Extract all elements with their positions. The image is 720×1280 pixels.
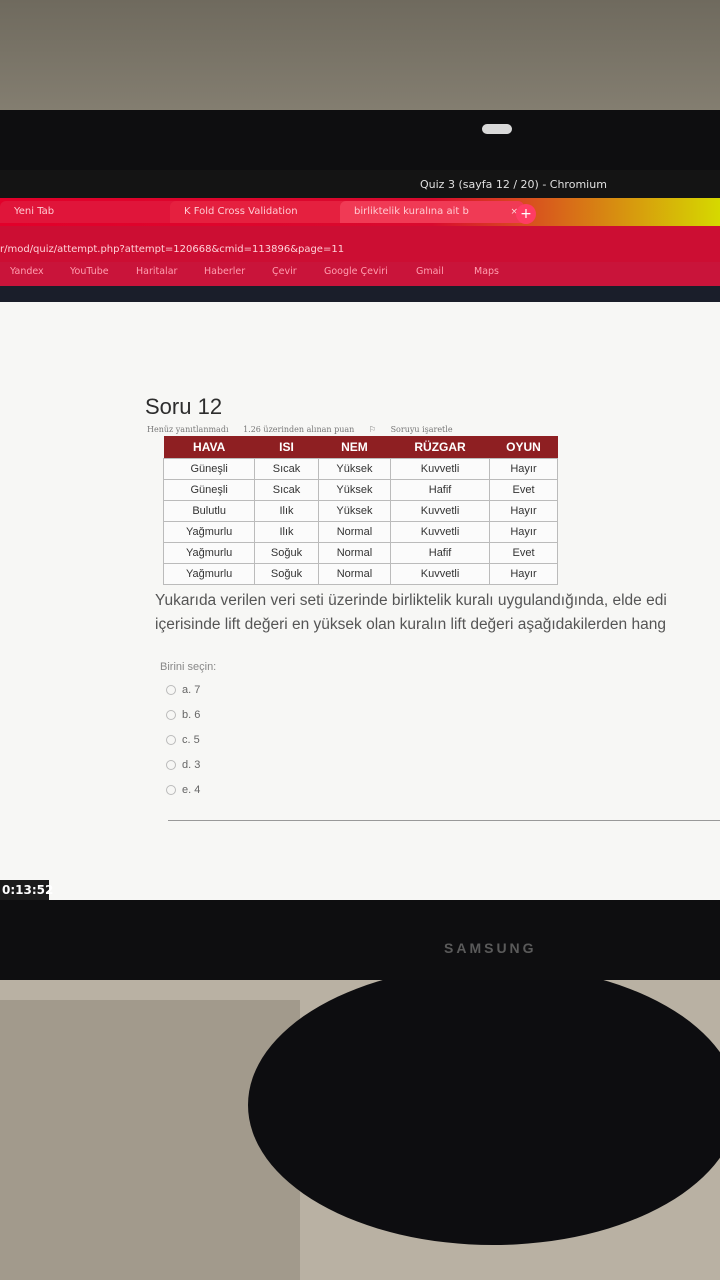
tab-search[interactable]: birliktelik kuralına ait b × (340, 201, 524, 223)
radio-button[interactable] (166, 785, 176, 796)
table-cell: Kuvvetli (390, 521, 490, 543)
monitor-screen: Quiz 3 (sayfa 12 / 20) - Chromium Yeni T… (0, 170, 720, 900)
table-cell: Soğuk (254, 542, 319, 564)
answer-option-b[interactable]: b. 6 (166, 709, 200, 721)
question-title: Soru 12 (145, 394, 223, 419)
new-tab-button[interactable]: + (516, 204, 536, 224)
table-row: Yağmurlu Soğuk Normal Hafif Evet (162, 542, 559, 564)
bookmark-google-ceviri[interactable]: Google Çeviri (324, 266, 388, 277)
question-points: 1.26 üzerinden alınan puan (243, 425, 355, 434)
webcam-indicator (482, 124, 512, 134)
bookmark-cevir[interactable]: Çevir (272, 266, 297, 277)
table-header: NEM (318, 436, 391, 459)
question-status: Henüz yanıtlanmadı (147, 425, 229, 434)
quiz-timer: 0:13:52 (0, 880, 53, 900)
table-cell: Yüksek (317, 500, 392, 522)
table-cell: Evet (488, 542, 559, 564)
answer-option-a[interactable]: a. 7 (166, 684, 200, 696)
window-titlebar: Quiz 3 (sayfa 12 / 20) - Chromium (0, 170, 720, 198)
table-cell: Yağmurlu (162, 542, 256, 564)
table-cell: Güneşli (162, 458, 256, 480)
option-label: c. 5 (182, 734, 200, 746)
tab-label: birliktelik kuralına ait b (354, 206, 469, 217)
site-banner (0, 286, 720, 302)
window-title: Quiz 3 (sayfa 12 / 20) - Chromium (420, 178, 607, 191)
quiz-page: Soru 12 Henüz yanıtlanmadı 1.26 üzerinde… (0, 302, 720, 900)
monitor-brand-logo: SAMSUNG (444, 940, 537, 956)
table-cell: Sıcak (254, 479, 319, 501)
table-cell: Yağmurlu (162, 521, 256, 543)
option-label: a. 7 (182, 684, 201, 696)
bookmark-maps[interactable]: Maps (474, 266, 499, 277)
bookmark-gmail[interactable]: Gmail (416, 266, 444, 277)
table-cell: Soğuk (254, 563, 319, 585)
table-row: Bulutlu Ilık Yüksek Kuvvetli Hayır (162, 500, 559, 522)
bookmark-haberler[interactable]: Haberler (204, 266, 245, 277)
answer-option-d[interactable]: d. 3 (166, 759, 200, 771)
url-text[interactable]: r/mod/quiz/attempt.php?attempt=120668&cm… (0, 244, 344, 255)
option-label: e. 4 (182, 784, 201, 796)
table-cell: Sıcak (254, 458, 319, 480)
flag-question-link[interactable]: ⚐ Soruyu işaretle (369, 425, 465, 434)
table-header: RÜZGAR (390, 436, 490, 459)
table-row: Güneşli Sıcak Yüksek Hafif Evet (162, 479, 559, 501)
table-cell: Hafif (390, 479, 490, 501)
answer-option-c[interactable]: c. 5 (166, 734, 200, 746)
section-divider (168, 820, 720, 821)
table-cell: Hayır (488, 563, 559, 585)
answer-option-e[interactable]: e. 4 (166, 784, 200, 796)
question-meta: Henüz yanıtlanmadı 1.26 üzerinden alınan… (147, 425, 477, 434)
question-text: Yukarıda verilen veri seti üzerinde birl… (155, 589, 720, 637)
table-cell: Hayır (488, 521, 559, 543)
table-row: Güneşli Sıcak Yüksek Kuvvetli Hayır (162, 458, 559, 480)
table-cell: Kuvvetli (390, 563, 490, 585)
flag-question-label: Soruyu işaretle (390, 425, 453, 434)
table-cell: Normal (317, 521, 392, 543)
question-text-line: Yukarıda verilen veri seti üzerinde birl… (155, 592, 667, 609)
tab-label: Yeni Tab (14, 206, 55, 217)
table-cell: Kuvvetli (390, 458, 490, 480)
data-table: HAVA ISI NEM RÜZGAR OYUN Güneşli Sıcak Y… (162, 436, 559, 585)
table-header: OYUN (489, 436, 558, 459)
choose-one-prompt: Birini seçin: (160, 661, 217, 673)
table-row: Yağmurlu Soğuk Normal Kuvvetli Hayır (162, 563, 559, 585)
table-cell: Normal (317, 563, 392, 585)
tab-new-tab[interactable]: Yeni Tab × (0, 201, 184, 223)
radio-button[interactable] (166, 685, 176, 696)
table-cell: Ilık (254, 521, 319, 543)
bookmark-youtube[interactable]: YouTube (70, 266, 109, 277)
table-row: Yağmurlu Ilık Normal Kuvvetli Hayır (162, 521, 559, 543)
table-cell: Hayır (488, 500, 559, 522)
bookmark-yandex[interactable]: Yandex (10, 266, 44, 277)
bookmark-haritalar[interactable]: Haritalar (136, 266, 177, 277)
radio-button[interactable] (166, 735, 176, 746)
tab-label: K Fold Cross Validation (184, 206, 298, 217)
table-header: HAVA (163, 436, 255, 459)
option-label: d. 3 (182, 759, 201, 771)
table-cell: Ilık (254, 500, 319, 522)
bookmarks-bar: Yandex YouTube Haritalar Haberler Çevir … (0, 262, 720, 286)
table-cell: Bulutlu (162, 500, 256, 522)
address-bar[interactable]: r/mod/quiz/attempt.php?attempt=120668&cm… (0, 226, 720, 262)
table-cell: Yağmurlu (162, 563, 256, 585)
question-text-line: içerisinde lift değeri en yüksek olan ku… (155, 616, 666, 633)
monitor-stand (248, 965, 720, 1245)
tab-strip: Yeni Tab × K Fold Cross Validation × bir… (0, 198, 720, 226)
table-cell: Evet (488, 479, 559, 501)
table-cell: Normal (317, 542, 392, 564)
table-header-row: HAVA ISI NEM RÜZGAR OYUN (163, 436, 558, 459)
tab-kfold[interactable]: K Fold Cross Validation × (170, 201, 354, 223)
radio-button[interactable] (166, 710, 176, 721)
table-header: ISI (254, 436, 319, 459)
table-cell: Kuvvetli (390, 500, 490, 522)
option-label: b. 6 (182, 709, 201, 721)
table-cell: Yüksek (317, 458, 392, 480)
flag-icon: ⚐ (368, 425, 377, 434)
radio-button[interactable] (166, 760, 176, 771)
table-cell: Hayır (488, 458, 559, 480)
table-cell: Yüksek (317, 479, 392, 501)
table-cell: Güneşli (162, 479, 256, 501)
table-cell: Hafif (390, 542, 490, 564)
